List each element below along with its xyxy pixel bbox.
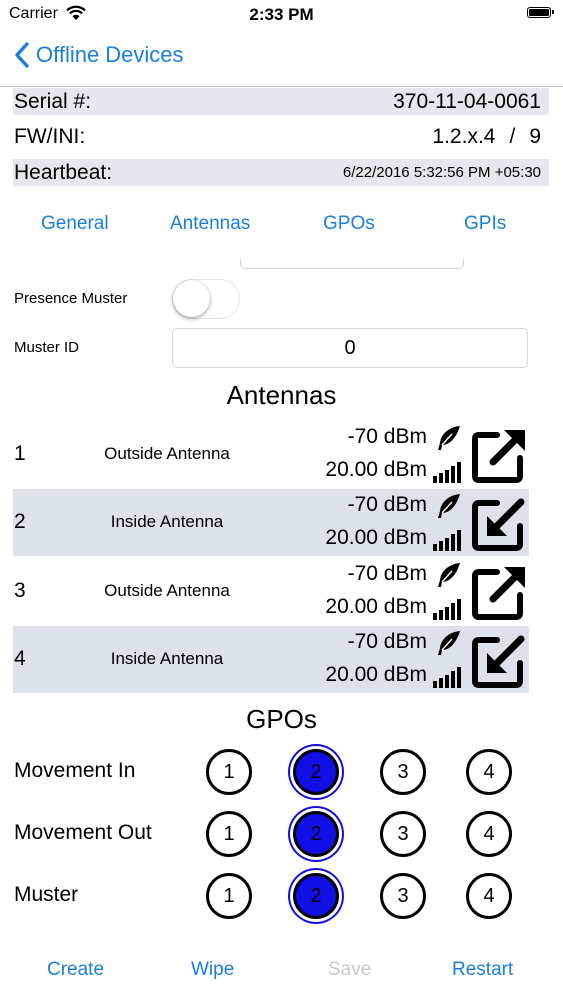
heartbeat-row: Heartbeat: 6/22/2016 5:32:56 PM +05:30 (13, 159, 549, 186)
create-button[interactable]: Create (47, 959, 104, 981)
feather-icon (435, 562, 463, 588)
muster-id-input[interactable]: 0 (172, 328, 528, 368)
back-button[interactable]: Offline Devices (14, 42, 184, 68)
tab-general[interactable]: General (41, 213, 109, 235)
gpo-option-button[interactable]: 1 (206, 749, 252, 795)
gpo-option-button[interactable]: 4 (466, 811, 512, 857)
gpo-row-label: Muster (14, 883, 79, 906)
incoming-arrow-icon[interactable] (471, 494, 529, 552)
antenna-rssi: -70 dBm (347, 425, 427, 448)
status-bar: Carrier 2:33 PM (0, 0, 563, 30)
fw-label: FW/INI: (14, 124, 86, 148)
fw-row: FW/INI: 1.2.x.4 / 9 (13, 123, 549, 150)
status-time: 2:33 PM (249, 5, 314, 24)
feather-icon (435, 630, 463, 656)
gpo-option-button[interactable]: 2 (293, 873, 339, 919)
tab-gpos[interactable]: GPOs (323, 213, 375, 235)
serial-label: Serial #: (14, 89, 92, 113)
signal-bars-icon (433, 598, 462, 620)
gpo-option-button[interactable]: 3 (380, 873, 426, 919)
antenna-name: Outside Antenna (104, 444, 230, 463)
antenna-number: 2 (14, 510, 26, 533)
antenna-rssi: -70 dBm (347, 562, 427, 585)
scrolled-input-field[interactable] (240, 258, 464, 269)
incoming-arrow-icon[interactable] (471, 631, 529, 689)
tab-antennas[interactable]: Antennas (170, 213, 250, 235)
heartbeat-value: 6/22/2016 5:32:56 PM +05:30 (342, 164, 541, 181)
gpo-option-button[interactable]: 1 (206, 811, 252, 857)
antenna-row[interactable]: 2 Inside Antenna -70 dBm 20.00 dBm (13, 489, 529, 556)
gpo-option-button[interactable]: 4 (466, 873, 512, 919)
outgoing-arrow-icon[interactable] (471, 426, 529, 484)
antenna-number: 3 (14, 579, 26, 602)
save-button[interactable]: Save (328, 959, 371, 981)
antenna-name: Inside Antenna (110, 512, 224, 531)
gpos-title: GPOs (246, 704, 317, 734)
fw-value-group: 1.2.x.4 / 9 (432, 125, 549, 149)
antenna-row[interactable]: 4 Inside Antenna -70 dBm 20.00 dBm (13, 626, 529, 693)
antenna-name: Inside Antenna (110, 649, 224, 668)
feather-icon (435, 493, 463, 519)
back-label: Offline Devices (36, 42, 184, 67)
gpo-row-label: Movement Out (14, 821, 152, 844)
gpo-option-button[interactable]: 4 (466, 749, 512, 795)
antenna-power: 20.00 dBm (325, 663, 427, 686)
ini-value: 9 (529, 124, 541, 148)
muster-id-label: Muster ID (14, 339, 80, 356)
chevron-left-icon (15, 42, 29, 68)
signal-bars-icon (433, 666, 462, 688)
antenna-power: 20.00 dBm (325, 526, 427, 549)
restart-button[interactable]: Restart (452, 959, 513, 981)
antennas-title: Antennas (226, 380, 337, 410)
gpo-option-button[interactable]: 3 (380, 811, 426, 857)
antenna-power: 20.00 dBm (325, 458, 427, 481)
antenna-name: Outside Antenna (104, 581, 230, 600)
antenna-number: 1 (14, 442, 26, 465)
gpo-option-button[interactable]: 1 (206, 873, 252, 919)
antenna-power: 20.00 dBm (325, 595, 427, 618)
gpo-option-button[interactable]: 2 (293, 811, 339, 857)
gpo-option-button[interactable]: 3 (380, 749, 426, 795)
presence-muster-toggle[interactable] (172, 279, 240, 319)
toggle-knob (173, 280, 210, 317)
serial-value: 370-11-04-0061 (393, 89, 541, 113)
fw-value: 1.2.x.4 (432, 124, 496, 148)
antenna-rssi: -70 dBm (347, 493, 427, 516)
gpo-row-label: Movement In (14, 759, 136, 782)
gpo-option-button[interactable]: 2 (293, 749, 339, 795)
antenna-row[interactable]: 3 Outside Antenna -70 dBm 20.00 dBm (13, 558, 529, 625)
presence-muster-label: Presence Muster (14, 290, 128, 307)
wipe-button[interactable]: Wipe (191, 959, 234, 981)
signal-bars-icon (433, 461, 462, 483)
battery-icon (527, 7, 554, 18)
fw-separator: / (509, 124, 516, 148)
antenna-number: 4 (14, 647, 26, 670)
signal-bars-icon (433, 529, 462, 551)
section-tabs: General Antennas GPOs GPIs (0, 208, 563, 240)
navigation-bar: Offline Devices (0, 30, 563, 87)
heartbeat-label: Heartbeat: (14, 160, 113, 184)
antenna-row[interactable]: 1 Outside Antenna -70 dBm 20.00 dBm (13, 421, 529, 488)
antenna-rssi: -70 dBm (347, 630, 427, 653)
feather-icon (435, 425, 463, 451)
outgoing-arrow-icon[interactable] (471, 563, 529, 621)
serial-row: Serial #: 370-11-04-0061 (13, 88, 549, 115)
tab-gpis[interactable]: GPIs (464, 213, 506, 235)
